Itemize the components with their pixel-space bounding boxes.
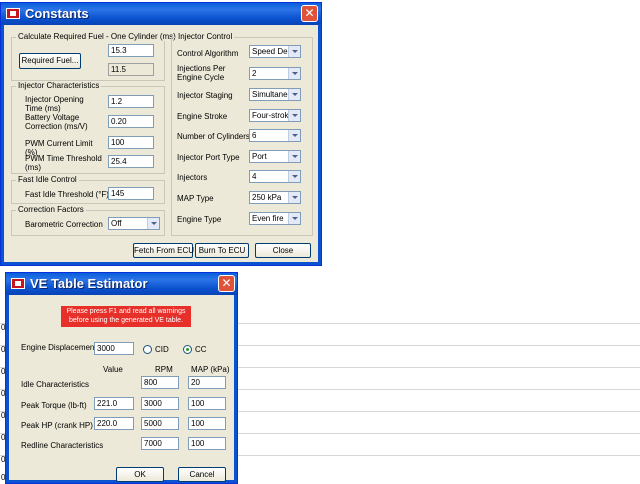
injector-opening-time-label: Injector Opening Time (ms)	[25, 95, 84, 113]
redline-characteristics-label: Redline Characteristics	[21, 441, 104, 450]
group-label: Calculate Required Fuel - One Cylinder (…	[16, 32, 178, 41]
pwm-current-limit-input[interactable]: 100	[108, 136, 154, 149]
chevron-down-icon[interactable]	[288, 89, 300, 100]
engine-displacement-label: Engine Displacement	[21, 343, 97, 352]
peak-torque-value-input[interactable]: 221.0	[94, 397, 134, 410]
redline-rpm-input[interactable]: 7000	[141, 437, 179, 450]
injections-per-cycle-select[interactable]: 2	[249, 67, 301, 80]
chevron-down-icon[interactable]	[288, 213, 300, 224]
chevron-down-icon[interactable]	[147, 218, 159, 229]
ve-estimator-window: VE Table Estimator ✕ Please press F1 and…	[5, 272, 238, 484]
title-bar[interactable]: VE Table Estimator ✕	[6, 273, 237, 295]
chevron-down-icon[interactable]	[288, 151, 300, 162]
redline-map-input[interactable]: 100	[188, 437, 226, 450]
group-label: Injector Control	[176, 32, 235, 41]
select-value: Even fire	[252, 214, 284, 223]
engine-type-label: Engine Type	[177, 215, 222, 224]
peak-torque-rpm-input[interactable]: 3000	[141, 397, 179, 410]
group-label: Injector Characteristics	[16, 81, 102, 90]
chevron-down-icon[interactable]	[288, 46, 300, 57]
constants-window: Constants ✕ Calculate Required Fuel - On…	[0, 2, 322, 266]
chevron-down-icon[interactable]	[288, 130, 300, 141]
control-algorithm-label: Control Algorithm	[177, 49, 239, 58]
chevron-down-icon[interactable]	[288, 171, 300, 182]
engine-type-select[interactable]: Even fire	[249, 212, 301, 225]
cid-label: CID	[155, 345, 169, 354]
select-value: 4	[252, 172, 257, 181]
chevron-down-icon[interactable]	[288, 68, 300, 79]
close-button[interactable]: Close	[255, 243, 311, 258]
chevron-down-icon[interactable]	[288, 192, 300, 203]
peak-hp-label: Peak HP (crank HP)	[21, 421, 93, 430]
app-icon	[11, 278, 25, 289]
group-label: Fast Idle Control	[16, 175, 79, 184]
injector-staging-label: Injector Staging	[177, 91, 233, 100]
peak-torque-map-input[interactable]: 100	[188, 397, 226, 410]
idle-characteristics-label: Idle Characteristics	[21, 380, 90, 389]
rpm-column-header: RPM	[155, 365, 173, 374]
select-value: 250 kPa	[252, 193, 282, 202]
engine-stroke-select[interactable]: Four-stroke	[249, 109, 301, 122]
idle-map-input[interactable]: 20	[188, 376, 226, 389]
select-value: 6	[252, 131, 257, 140]
injector-staging-select[interactable]: Simultaneo	[249, 88, 301, 101]
injections-per-cycle-label: Injections Per Engine Cycle	[177, 64, 226, 82]
select-value: Port	[252, 152, 267, 161]
select-value: Speed Den	[252, 47, 288, 56]
barometric-correction-select[interactable]: Off	[108, 217, 160, 230]
peak-hp-rpm-input[interactable]: 5000	[141, 417, 179, 430]
select-value: 2	[252, 69, 257, 78]
pwm-time-threshold-label: PWM Time Threshold (ms)	[25, 154, 102, 172]
value-column-header: Value	[103, 365, 123, 374]
cc-radio[interactable]	[183, 345, 192, 354]
map-type-select[interactable]: 250 kPa	[249, 191, 301, 204]
chevron-down-icon[interactable]	[288, 110, 300, 121]
select-value: Off	[111, 219, 122, 228]
barometric-correction-label: Barometric Correction	[25, 220, 103, 229]
injector-opening-time-input[interactable]: 1.2	[108, 95, 154, 108]
idle-rpm-input[interactable]: 800	[141, 376, 179, 389]
select-value: Simultaneo	[252, 90, 288, 99]
number-of-cylinders-label: Number of Cylinders	[177, 132, 250, 141]
peak-torque-label: Peak Torque (lb-ft)	[21, 401, 87, 410]
select-value: Four-stroke	[252, 111, 288, 120]
map-column-header: MAP (kPa)	[191, 365, 230, 374]
control-algorithm-select[interactable]: Speed Den	[249, 45, 301, 58]
injectors-select[interactable]: 4	[249, 170, 301, 183]
battery-voltage-correction-input[interactable]: 0.20	[108, 115, 154, 128]
group-label: Correction Factors	[16, 205, 86, 214]
fast-idle-threshold-label: Fast Idle Threshold (°F)	[25, 190, 109, 199]
injectors-label: Injectors	[177, 173, 208, 182]
number-of-cylinders-select[interactable]: 6	[249, 129, 301, 142]
window-title: Constants	[25, 6, 89, 21]
cc-label: CC	[195, 345, 207, 354]
battery-voltage-correction-label: Battery Voltage Correction (ms/V)	[25, 113, 88, 131]
engine-stroke-label: Engine Stroke	[177, 112, 228, 121]
peak-hp-map-input[interactable]: 100	[188, 417, 226, 430]
cid-radio[interactable]	[143, 345, 152, 354]
close-window-button[interactable]: ✕	[301, 5, 318, 22]
warning-banner: Please press F1 and read all warnings be…	[61, 306, 191, 327]
fetch-from-ecu-button[interactable]: Fetch From ECU	[133, 243, 194, 258]
burn-to-ecu-button[interactable]: Burn To ECU	[195, 243, 249, 258]
fast-idle-threshold-input[interactable]: 145	[108, 187, 154, 200]
title-bar[interactable]: Constants ✕	[1, 3, 321, 25]
injector-port-type-select[interactable]: Port	[249, 150, 301, 163]
required-fuel-value[interactable]: 15.3	[108, 44, 154, 57]
close-window-button[interactable]: ✕	[218, 275, 235, 292]
pwm-time-threshold-input[interactable]: 25.4	[108, 155, 154, 168]
map-type-label: MAP Type	[177, 194, 214, 203]
required-fuel-value-readonly: 11.5	[108, 63, 154, 76]
app-icon	[6, 8, 20, 19]
peak-hp-value-input[interactable]: 220.0	[94, 417, 134, 430]
engine-displacement-input[interactable]: 3000	[94, 342, 134, 355]
required-fuel-button[interactable]: Required Fuel...	[19, 53, 81, 69]
window-title: VE Table Estimator	[30, 276, 148, 291]
injector-port-type-label: Injector Port Type	[177, 153, 240, 162]
